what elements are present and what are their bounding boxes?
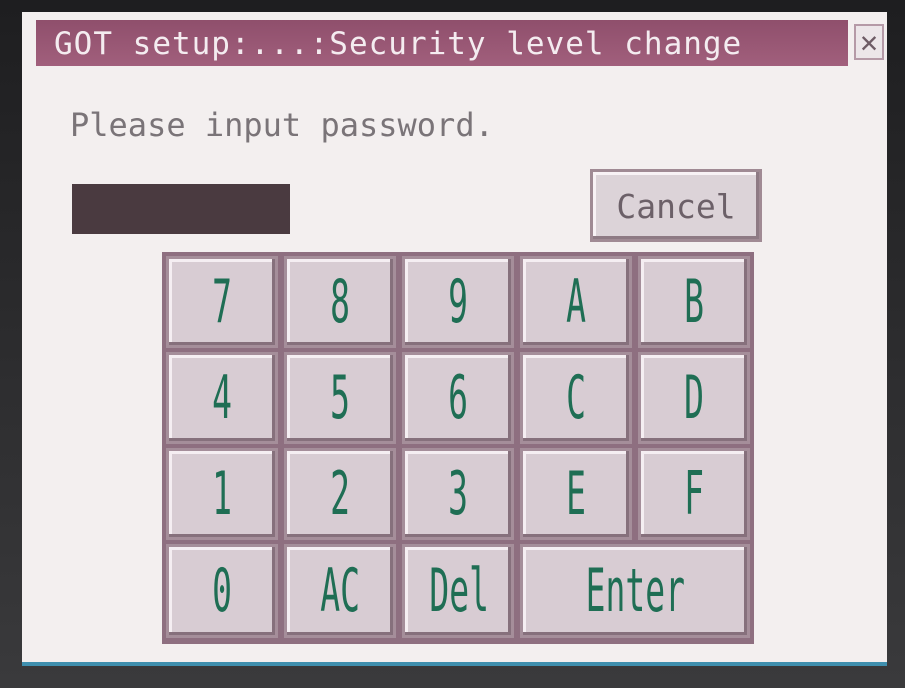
dialog-titlebar: GOT setup:...:Security level change: [36, 20, 848, 66]
key-enter[interactable]: Enter: [520, 544, 750, 638]
key-ac[interactable]: AC: [284, 544, 396, 638]
key-d[interactable]: D: [638, 352, 750, 444]
key-2[interactable]: 2: [284, 448, 396, 540]
key-3[interactable]: 3: [402, 448, 514, 540]
key-del[interactable]: Del: [402, 544, 514, 638]
keypad: 7 8 9 A B 4 5 6 C D 1 2 3 E F 0 AC Del E…: [162, 252, 754, 644]
key-f[interactable]: F: [638, 448, 750, 540]
password-field[interactable]: [72, 184, 290, 234]
key-a[interactable]: A: [520, 256, 632, 348]
key-e[interactable]: E: [520, 448, 632, 540]
key-8[interactable]: 8: [284, 256, 396, 348]
key-b[interactable]: B: [638, 256, 750, 348]
close-button[interactable]: ✕: [854, 24, 884, 60]
password-prompt: Please input password.: [70, 106, 494, 144]
cancel-button[interactable]: Cancel: [590, 169, 762, 242]
key-4[interactable]: 4: [166, 352, 278, 444]
key-c[interactable]: C: [520, 352, 632, 444]
hmi-screen: GOT setup:...:Security level change ✕ Pl…: [22, 12, 887, 666]
key-0[interactable]: 0: [166, 544, 278, 638]
key-9[interactable]: 9: [402, 256, 514, 348]
key-6[interactable]: 6: [402, 352, 514, 444]
key-5[interactable]: 5: [284, 352, 396, 444]
key-1[interactable]: 1: [166, 448, 278, 540]
dialog-title: GOT setup:...:Security level change: [54, 26, 743, 62]
close-icon: ✕: [859, 25, 879, 60]
key-7[interactable]: 7: [166, 256, 278, 348]
